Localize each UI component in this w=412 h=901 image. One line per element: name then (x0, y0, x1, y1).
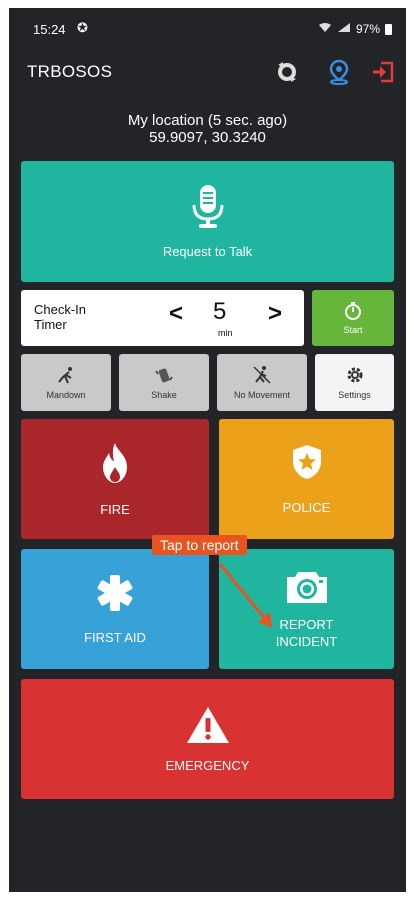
checkin-label-line1: Check-In (34, 302, 87, 317)
checkin-timer: Check-In Timer < 5 min > (21, 290, 304, 346)
sync-status-icon: ✪ (77, 20, 88, 35)
camera-icon (286, 572, 327, 603)
status-right: 97% (318, 22, 392, 36)
wifi-icon (318, 22, 332, 36)
location-label: My location (5 sec. ago) (127, 112, 288, 129)
start-label: Start (343, 325, 363, 335)
report-label-line1: REPORT (279, 617, 334, 632)
police-button[interactable]: POLICE (219, 419, 394, 539)
shake-icon (155, 368, 173, 383)
mandown-label: Mandown (46, 390, 86, 400)
emergency-label: EMERGENCY (165, 757, 250, 773)
no-movement-button[interactable]: No Movement (217, 354, 307, 411)
emergency-button[interactable]: EMERGENCY (21, 679, 394, 799)
timer-decrease-button[interactable]: < (169, 300, 183, 328)
app-title: TRBOSOS (27, 62, 113, 81)
location-button[interactable] (325, 58, 353, 86)
checkin-label-line2: Timer (34, 317, 67, 332)
phone-screen: 15:24 ✪ 97% TRBOSOS My location (5 sec. … (9, 8, 406, 892)
location-coordinates: 59.9097, 30.3240 (149, 129, 266, 146)
microphone-icon (192, 185, 223, 228)
settings-label: Settings (338, 390, 371, 400)
checkin-timer-label: Check-In Timer (34, 302, 86, 332)
report-label-line2: INCIDENT (275, 634, 338, 649)
request-to-talk-label: Request to Talk (162, 244, 253, 259)
settings-button[interactable]: Settings (315, 354, 394, 411)
battery-percent: 97% (355, 22, 380, 36)
sync-button[interactable] (273, 58, 301, 86)
shake-button[interactable]: Shake (119, 354, 209, 411)
no-movement-icon (253, 366, 271, 384)
gear-icon (347, 367, 362, 383)
timer-value: 5 (213, 298, 227, 325)
status-bar: 15:24 ✪ 97% (9, 8, 406, 42)
timer-icon (345, 302, 361, 320)
location-info: My location (5 sec. ago) 59.9097, 30.324… (9, 112, 406, 146)
top-app-bar: TRBOSOS (9, 52, 406, 92)
report-incident-label: REPORT INCIDENT (276, 616, 337, 650)
timer-increase-button[interactable]: > (268, 300, 282, 328)
fire-icon (103, 442, 127, 483)
request-to-talk-button[interactable]: Request to Talk (21, 161, 394, 282)
start-button[interactable]: Start (312, 290, 394, 346)
tap-to-report-callout: Tap to report (152, 535, 247, 555)
shake-label: Shake (151, 390, 177, 400)
first-aid-label: FIRST AID (84, 629, 146, 645)
medical-star-icon (97, 574, 133, 611)
logout-button[interactable] (369, 58, 397, 86)
fire-label: FIRE (100, 501, 130, 517)
timer-unit: min (218, 328, 233, 338)
police-label: POLICE (282, 499, 331, 515)
no-movement-label: No Movement (233, 390, 291, 400)
mandown-icon (58, 367, 72, 384)
location-pin-icon (329, 59, 349, 85)
first-aid-button[interactable]: FIRST AID (21, 549, 209, 669)
signal-icon (337, 22, 351, 36)
warning-icon (186, 706, 229, 743)
mandown-button[interactable]: Mandown (21, 354, 111, 411)
police-shield-icon (292, 444, 321, 479)
fire-button[interactable]: FIRE (21, 419, 209, 539)
sync-icon (278, 62, 296, 82)
callout-arrow-icon (218, 563, 272, 628)
logout-icon (373, 61, 394, 83)
battery-icon (385, 23, 392, 35)
status-time: 15:24 (33, 22, 66, 37)
